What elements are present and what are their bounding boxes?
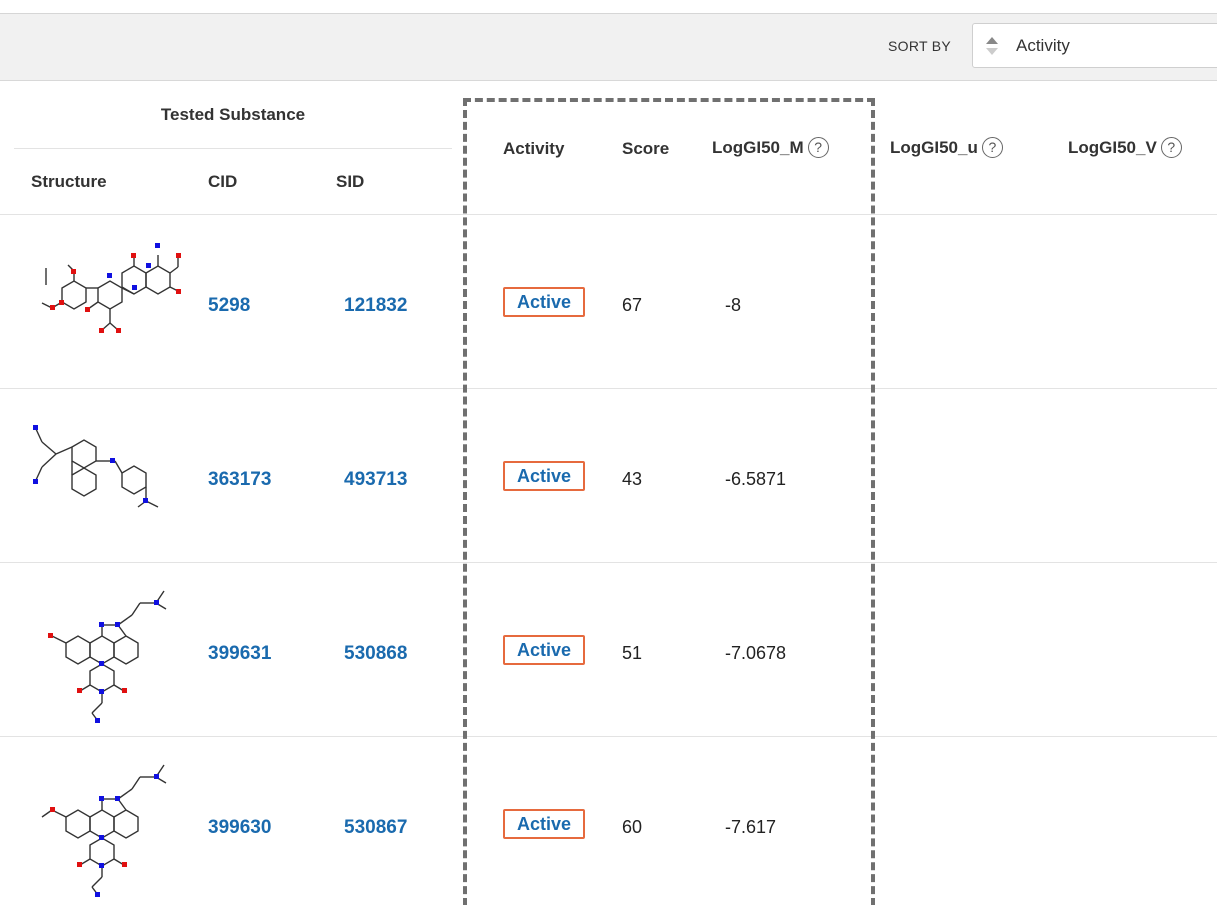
help-circle-icon[interactable]: ? xyxy=(807,137,829,158)
cid-link[interactable]: 363173 xyxy=(208,469,271,491)
sid-link[interactable]: 530868 xyxy=(344,643,407,665)
column-header-sid[interactable]: SID xyxy=(336,172,364,192)
molecule-structure-icon xyxy=(41,764,167,897)
loggi50-m-value: -8 xyxy=(725,295,742,315)
help-circle-icon[interactable]: ? xyxy=(1160,137,1182,158)
loggi50-m-value: -6.5871 xyxy=(725,469,787,489)
table-row: 363173 493713 Active 43 -6.5871 xyxy=(0,389,1217,563)
column-header-loggi50-v[interactable]: LogGI50_V? xyxy=(1068,137,1182,158)
sort-arrows-icon xyxy=(986,37,998,55)
column-header-loggi50-u-label: LogGI50_u xyxy=(890,138,978,157)
score-value: 43 xyxy=(622,469,643,489)
sort-select[interactable]: Activity xyxy=(972,23,1217,68)
tested-substance-header: Tested Substance xyxy=(160,105,306,124)
column-header-structure[interactable]: Structure xyxy=(31,172,107,192)
sid-link[interactable]: 121832 xyxy=(344,295,407,317)
cid-link[interactable]: 5298 xyxy=(208,295,250,317)
activity-badge[interactable]: Active xyxy=(503,809,586,839)
table-row: 5298 121832 Active 67 -8 xyxy=(0,215,1217,389)
molecule-structure-icon xyxy=(48,590,167,723)
cid-link[interactable]: 399630 xyxy=(208,817,271,839)
table-row: 399630 530867 Active 60 -7.617 xyxy=(0,737,1217,905)
activity-badge[interactable]: Active xyxy=(503,461,586,491)
sid-link[interactable]: 530867 xyxy=(344,817,407,839)
loggi50-m-value: -7.0678 xyxy=(725,643,787,663)
cid-link[interactable]: 399631 xyxy=(208,643,271,665)
column-header-loggi50-m[interactable]: LogGI50_M? xyxy=(712,137,829,158)
column-header-loggi50-v-label: LogGI50_V xyxy=(1068,138,1157,157)
column-header-loggi50-u[interactable]: LogGI50_u? xyxy=(890,137,1003,158)
activity-badge[interactable]: Active xyxy=(503,287,586,317)
loggi50-m-value: -7.617 xyxy=(725,817,777,837)
molecule-structure-icon xyxy=(41,243,181,333)
toolbar: SORT BY Activity xyxy=(0,14,1217,81)
column-header-activity[interactable]: Activity xyxy=(503,139,564,159)
sort-select-value: Activity xyxy=(1016,36,1070,55)
score-value: 51 xyxy=(622,643,643,663)
sid-link[interactable]: 493713 xyxy=(344,469,407,491)
score-value: 67 xyxy=(622,295,643,315)
column-header-cid[interactable]: CID xyxy=(208,172,237,192)
molecule-structure-icon xyxy=(33,425,159,508)
sort-by-label: SORT BY xyxy=(888,38,952,54)
activity-badge[interactable]: Active xyxy=(503,635,586,665)
help-circle-icon[interactable]: ? xyxy=(981,137,1003,158)
group-header-divider xyxy=(14,148,452,149)
table-row: 399631 530868 Active 51 -7.0678 xyxy=(0,563,1217,737)
column-header-score[interactable]: Score xyxy=(622,139,669,159)
column-header-loggi50-m-label: LogGI50_M xyxy=(712,138,804,157)
score-value: 60 xyxy=(622,817,643,837)
